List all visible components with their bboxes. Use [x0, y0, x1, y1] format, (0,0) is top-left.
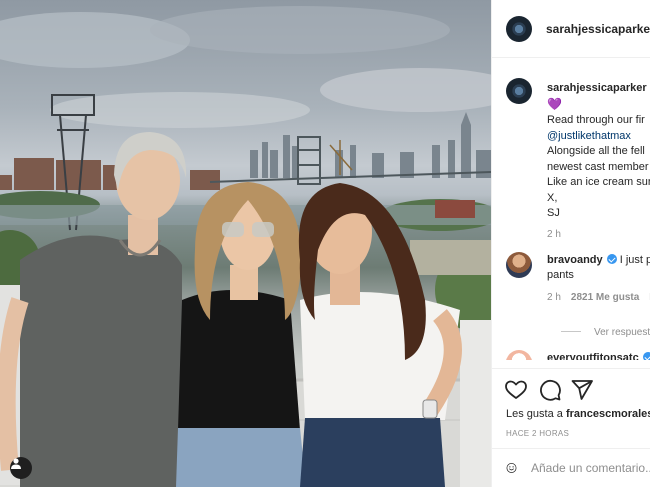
comment-avatar[interactable]	[506, 252, 532, 278]
person-middle	[176, 182, 306, 487]
post-header: sarahjessicaparker	[492, 0, 650, 58]
caption-avatar[interactable]	[506, 78, 532, 104]
view-replies-button[interactable]: Ver respuestas (	[561, 327, 650, 338]
paper-plane-icon[interactable]	[570, 378, 594, 402]
post-actions: Les gusta a francescmorales HACE 2 HORAS	[492, 368, 650, 448]
caption-body: sarahjessicaparker 💜 Read through our fi…	[547, 81, 650, 242]
caption-time[interactable]: 2 h	[547, 227, 650, 243]
comment-text: I just p	[619, 254, 650, 266]
author-username[interactable]: sarahjessicaparker	[546, 22, 650, 36]
add-comment-input[interactable]	[531, 461, 650, 475]
comment-time[interactable]: 2 h	[547, 292, 561, 303]
smiley-icon[interactable]	[506, 458, 517, 478]
comments-list[interactable]: sarahjessicaparker 💜 Read through our fi…	[492, 58, 650, 360]
verified-badge-icon	[606, 254, 617, 264]
post-photo[interactable]	[0, 0, 491, 487]
liked-by-user[interactable]: francescmorales	[566, 408, 650, 420]
caption-mention-link[interactable]: @justlikethatmax	[547, 129, 650, 145]
caption-line: Like an ice cream sur	[547, 176, 650, 188]
caption-line: newest cast member	[547, 160, 649, 173]
comment-meta: 2 h2821 Me gustaR	[547, 292, 650, 303]
post-time-ago[interactable]: HACE 2 HORAS	[506, 429, 569, 438]
comment-avatar[interactable]	[506, 350, 532, 360]
comment-username[interactable]: everyoutfitonsatc	[547, 352, 639, 360]
caption-line: X,	[547, 191, 558, 204]
comment-icon[interactable]	[538, 378, 562, 402]
heart-outline-icon[interactable]	[504, 378, 528, 402]
purple-heart-emoji: 💜	[547, 96, 562, 111]
liked-by[interactable]: Les gusta a francescmorales	[506, 408, 650, 420]
comment-likes[interactable]: 2821 Me gusta	[571, 292, 639, 303]
author-avatar[interactable]	[506, 15, 532, 42]
comment-text: pants	[547, 269, 574, 281]
photo-scene	[0, 6, 491, 487]
user-tag-button[interactable]	[10, 457, 32, 479]
caption-line: Read through our fir	[547, 114, 645, 126]
comment-body: everyoutfitonsatc	[547, 352, 650, 360]
liked-by-prefix: Les gusta a	[506, 408, 563, 420]
caption-line: Alongside all the fell	[547, 145, 645, 157]
add-comment-bar	[492, 448, 650, 487]
caption-username[interactable]: sarahjessicaparker	[547, 82, 647, 94]
comment-body: bravoandy I just p pants	[547, 253, 650, 283]
caption-line: SJ	[547, 207, 560, 219]
verified-badge-icon	[642, 352, 650, 360]
comment-username[interactable]: bravoandy	[547, 254, 603, 266]
post-side-panel: sarahjessicaparker sarahjessicaparker 💜 …	[491, 0, 650, 487]
user-tag-icon	[11, 458, 21, 469]
